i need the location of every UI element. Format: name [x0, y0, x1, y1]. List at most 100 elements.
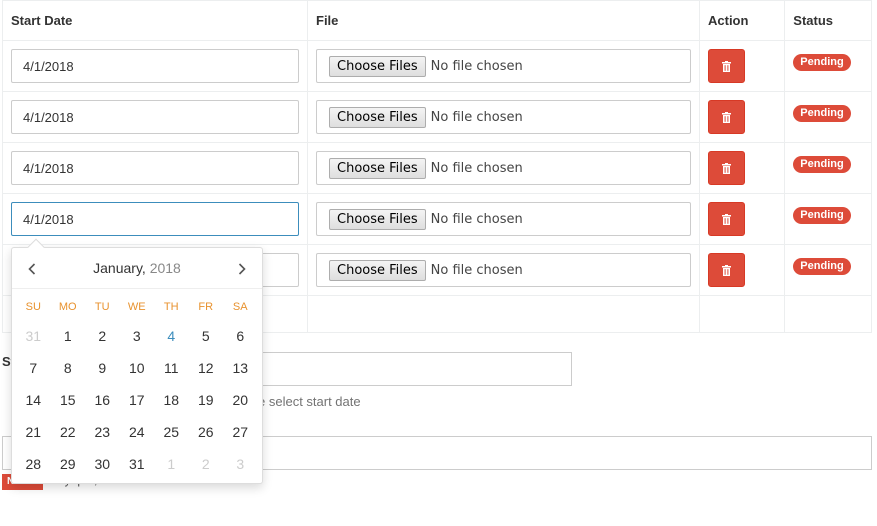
- status-badge: Pending: [793, 105, 851, 122]
- choose-files-button[interactable]: Choose Files: [329, 208, 426, 230]
- day-grid: 31 1 2 3 4 5 6 7 8 9 10 11 12 13 14 15 1…: [16, 320, 258, 480]
- day-cell[interactable]: 24: [120, 416, 155, 448]
- day-cell[interactable]: 16: [85, 384, 120, 416]
- day-cell[interactable]: 3: [120, 320, 155, 352]
- day-cell-other-month[interactable]: 2: [189, 448, 224, 480]
- status-cell: Pending: [784, 244, 872, 296]
- delete-button[interactable]: [708, 49, 745, 83]
- start-date-input[interactable]: [11, 49, 299, 83]
- file-status-text: No file chosen: [430, 211, 523, 227]
- day-cell[interactable]: 12: [189, 352, 224, 384]
- delete-button[interactable]: [708, 151, 745, 185]
- table-row: Choose FilesNo file chosen Pending: [2, 91, 872, 143]
- file-input[interactable]: Choose Files No file chosen: [316, 202, 691, 236]
- status-badge: Pending: [793, 54, 851, 71]
- day-cell[interactable]: 9: [85, 352, 120, 384]
- choose-files-button[interactable]: Choose Files: [329, 106, 426, 128]
- file-status-text: No file chosen: [430, 58, 523, 74]
- file-status-text: No file chosen: [430, 160, 523, 176]
- trash-icon: [722, 60, 731, 72]
- day-cell[interactable]: 26: [189, 416, 224, 448]
- day-cell-today[interactable]: 4: [154, 320, 189, 352]
- day-cell[interactable]: 30: [85, 448, 120, 480]
- day-cell[interactable]: 8: [51, 352, 86, 384]
- start-date-cell: [2, 40, 308, 92]
- trash-icon: [722, 162, 731, 174]
- day-cell[interactable]: 14: [16, 384, 51, 416]
- day-cell[interactable]: 21: [16, 416, 51, 448]
- day-cell[interactable]: 28: [16, 448, 51, 480]
- file-cell: Choose Files No file chosen: [307, 40, 700, 92]
- day-cell[interactable]: 10: [120, 352, 155, 384]
- status-cell: Pending: [784, 193, 872, 245]
- file-cell: Choose Files No file chosen: [307, 91, 700, 143]
- status-badge: Pending: [793, 156, 851, 173]
- day-cell[interactable]: 19: [189, 384, 224, 416]
- datepicker-year: 2018: [149, 260, 181, 276]
- day-cell[interactable]: 17: [120, 384, 155, 416]
- day-cell[interactable]: 15: [51, 384, 86, 416]
- weekday-label: MO: [58, 301, 77, 313]
- delete-button[interactable]: [708, 202, 745, 236]
- start-date-input[interactable]: [11, 151, 299, 185]
- file-cell: Choose Files No file chosen: [307, 244, 700, 296]
- datepicker-popup: January, 2018 SU MO TU WE TH FR SA 31 1 …: [11, 238, 263, 484]
- action-cell: [698, 142, 786, 194]
- day-cell[interactable]: 5: [189, 320, 224, 352]
- weekday-label: WE: [127, 301, 146, 313]
- trash-icon: [722, 111, 731, 123]
- status-cell: Pending: [784, 142, 872, 194]
- weekday-label: FR: [198, 301, 214, 313]
- day-cell[interactable]: 18: [154, 384, 189, 416]
- help-text: e select start date: [258, 394, 361, 409]
- table-row: Choose FilesNo file chosen Pending: [2, 193, 872, 245]
- start-date-cell: [2, 91, 308, 143]
- day-cell-other-month[interactable]: 3: [223, 448, 258, 480]
- status-badge: Pending: [793, 207, 851, 224]
- next-month-button[interactable]: [232, 259, 252, 279]
- start-date-input[interactable]: [11, 100, 299, 134]
- weekday-label: TH: [163, 301, 179, 313]
- day-cell[interactable]: 27: [223, 416, 258, 448]
- choose-files-button[interactable]: Choose Files: [329, 157, 426, 179]
- trash-icon: [722, 264, 731, 276]
- day-cell[interactable]: 29: [51, 448, 86, 480]
- start-date-input[interactable]: [11, 202, 299, 236]
- file-cell: Choose Files No file chosen: [307, 142, 700, 194]
- day-cell[interactable]: 25: [154, 416, 189, 448]
- status-badge: Pending: [793, 258, 851, 275]
- day-cell[interactable]: 22: [51, 416, 86, 448]
- datepicker-title[interactable]: January, 2018: [12, 260, 262, 276]
- file-status-text: No file chosen: [430, 109, 523, 125]
- status-cell: Pending: [784, 40, 872, 92]
- file-input[interactable]: Choose Files No file chosen: [316, 253, 691, 287]
- day-cell[interactable]: 31: [120, 448, 155, 480]
- day-cell[interactable]: 23: [85, 416, 120, 448]
- day-cell-other-month[interactable]: 31: [16, 320, 51, 352]
- day-cell[interactable]: 7: [16, 352, 51, 384]
- file-input[interactable]: Choose Files No file chosen: [316, 100, 691, 134]
- weekday-label: SU: [25, 301, 41, 313]
- day-cell[interactable]: 1: [51, 320, 86, 352]
- choose-files-button[interactable]: Choose Files: [329, 55, 426, 77]
- datepicker-header: January, 2018: [12, 248, 262, 289]
- header-start-date: Start Date: [2, 0, 308, 41]
- day-cell-other-month[interactable]: 1: [154, 448, 189, 480]
- delete-button[interactable]: [708, 100, 745, 134]
- day-cell[interactable]: 11: [154, 352, 189, 384]
- weekday-header: SU MO TU WE TH FR SA: [12, 301, 262, 313]
- day-cell[interactable]: 13: [223, 352, 258, 384]
- start-date-cell: [2, 142, 308, 194]
- day-cell[interactable]: 6: [223, 320, 258, 352]
- status-cell: Pending: [784, 91, 872, 143]
- action-cell: [698, 91, 786, 143]
- file-input[interactable]: Choose Files No file chosen: [316, 49, 691, 83]
- choose-files-button[interactable]: Choose Files: [329, 259, 426, 281]
- trash-icon: [722, 213, 731, 225]
- delete-button[interactable]: [708, 253, 745, 287]
- day-cell[interactable]: 20: [223, 384, 258, 416]
- file-input[interactable]: Choose Files No file chosen: [316, 151, 691, 185]
- day-cell[interactable]: 2: [85, 320, 120, 352]
- text-input[interactable]: [260, 352, 572, 386]
- weekday-label: SA: [232, 301, 248, 313]
